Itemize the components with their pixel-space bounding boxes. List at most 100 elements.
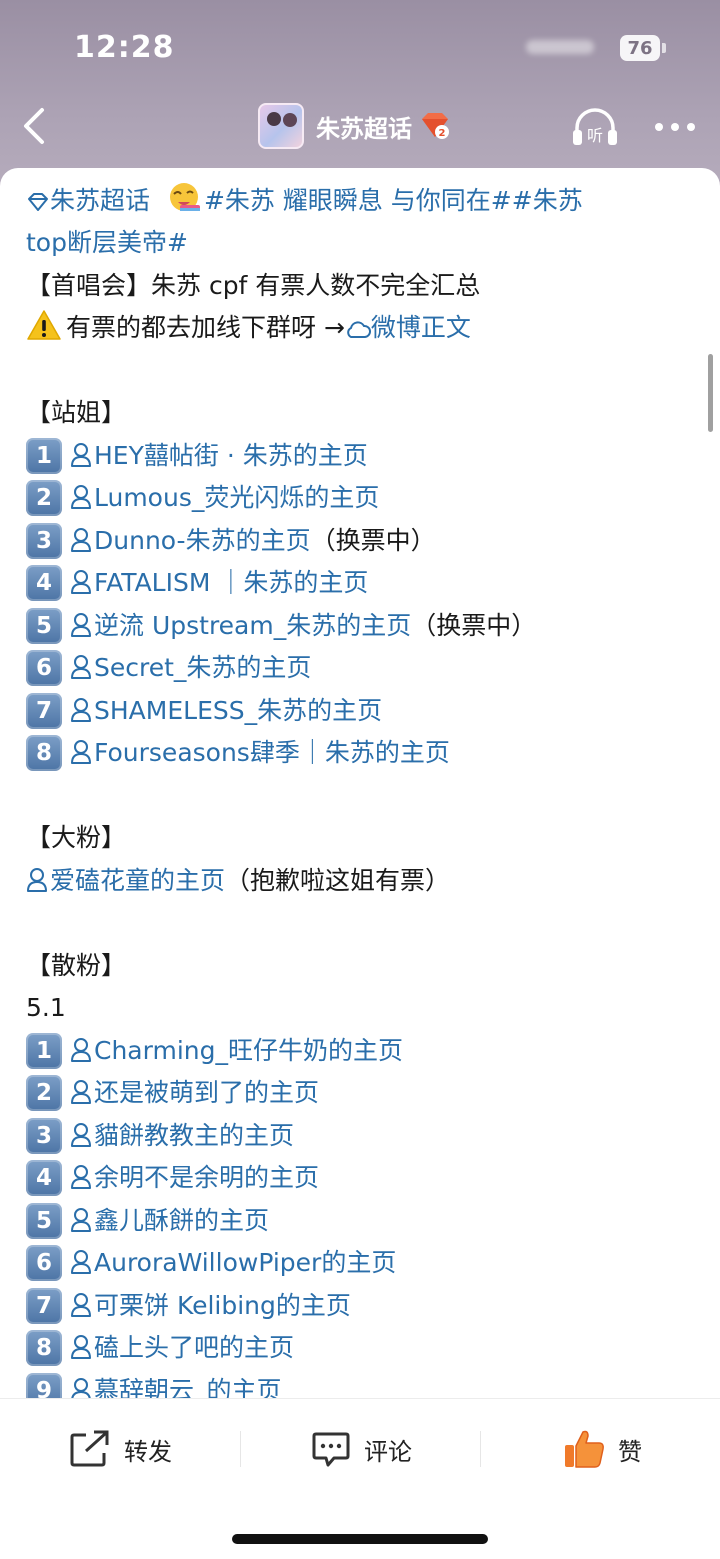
action-divider <box>240 1431 241 1467</box>
list-item: 5 逆流 Upstream_朱苏的主页（换票中） <box>26 605 536 647</box>
scrollbar[interactable] <box>708 354 713 432</box>
notice-text: 有票的都去加线下群呀 → <box>66 313 345 342</box>
list-item: 8 Fourseasons肆季｜朱苏的主页 <box>26 732 450 774</box>
section-heading: 【站姐】 <box>26 398 127 427</box>
list-item: 7 可栗饼 Kelibing的主页 <box>26 1285 351 1327</box>
svg-text:听: 听 <box>587 126 603 145</box>
user-icon <box>71 570 91 594</box>
list-item: 5 鑫儿酥餅的主页 <box>26 1200 269 1242</box>
user-profile-link[interactable]: Secret_朱苏的主页 <box>94 653 311 682</box>
comment-label: 评论 <box>364 1437 412 1466</box>
user-profile-link[interactable]: AuroraWillowPiper的主页 <box>94 1248 396 1277</box>
list-item: 4 FATALISM ｜朱苏的主页 <box>26 562 368 604</box>
list-item: 6 AuroraWillowPiper的主页 <box>26 1242 396 1284</box>
number-badge: 3 <box>26 523 62 559</box>
weibo-text-link[interactable]: 微博正文 <box>371 313 471 342</box>
user-profile-link[interactable]: Dunno-朱苏的主页 <box>94 526 311 555</box>
list-item: 1 Charming_旺仔牛奶的主页 <box>26 1030 403 1072</box>
status-time: 12:28 <box>74 30 175 65</box>
number-badge: 1 <box>26 438 62 474</box>
user-icon <box>71 485 91 509</box>
more-icon <box>655 123 695 131</box>
user-icon <box>71 443 91 467</box>
user-profile-link[interactable]: 逆流 Upstream_朱苏的主页 <box>94 611 411 640</box>
listen-button[interactable]: 听 <box>570 104 620 150</box>
level-badge-icon: 2 <box>422 113 449 139</box>
user-profile-link[interactable]: 鑫儿酥餅的主页 <box>94 1206 269 1235</box>
user-icon <box>71 1038 91 1062</box>
like-icon <box>565 1430 604 1468</box>
emoji-icon <box>169 183 200 211</box>
list-item: 6 Secret_朱苏的主页 <box>26 647 311 689</box>
user-profile-link[interactable]: HEY囍帖街 · 朱苏的主页 <box>94 441 368 470</box>
comment-button[interactable]: 评论 <box>310 1427 412 1471</box>
warning-icon <box>27 310 61 340</box>
user-icon <box>71 1080 91 1104</box>
nav-bar: 朱苏超话 2 听 <box>0 96 720 160</box>
number-badge: 7 <box>26 693 62 729</box>
number-badge: 4 <box>26 565 62 601</box>
diamond-icon <box>28 193 48 211</box>
user-icon <box>27 868 47 892</box>
page-title: 朱苏超话 <box>316 114 412 143</box>
user-profile-link[interactable]: 磕上头了吧的主页 <box>94 1333 294 1362</box>
number-badge: 8 <box>26 1330 62 1366</box>
list-item: 9 慕辞朝云_的主页 <box>26 1370 282 1398</box>
section-heading: 【大粉】 <box>26 823 127 852</box>
item-note: （换票中） <box>310 526 436 555</box>
hashtag-link[interactable]: #朱苏 耀眼瞬息 与你同在##朱苏 <box>204 186 583 215</box>
number-badge: 6 <box>26 650 62 686</box>
number-badge: 2 <box>26 480 62 516</box>
user-icon <box>71 655 91 679</box>
supertopic-link[interactable]: 朱苏超话 <box>50 186 150 215</box>
user-profile-link[interactable]: SHAMELESS_朱苏的主页 <box>94 696 382 725</box>
user-profile-link[interactable]: Charming_旺仔牛奶的主页 <box>94 1036 403 1065</box>
list-item: 8 磕上头了吧的主页 <box>26 1327 294 1369</box>
back-button[interactable] <box>16 104 56 148</box>
number-badge: 8 <box>26 735 62 771</box>
user-icon <box>71 698 91 722</box>
number-badge: 9 <box>26 1373 62 1398</box>
user-icon <box>71 1123 91 1147</box>
signal-icon <box>526 40 594 54</box>
user-icon <box>71 740 91 764</box>
supertopic-avatar[interactable] <box>258 103 304 149</box>
list-item: 1 HEY囍帖街 · 朱苏的主页 <box>26 435 368 477</box>
user-profile-link[interactable]: 貓餅教教主的主页 <box>94 1121 294 1150</box>
action-bar: 转发 评论 赞 <box>0 1398 720 1498</box>
list-item: 2 还是被萌到了的主页 <box>26 1072 319 1114</box>
list-item: 爱磕花童的主页（抱歉啦这姐有票） <box>26 860 450 902</box>
more-button[interactable] <box>650 104 700 150</box>
supertopic-header[interactable]: 朱苏超话 2 <box>258 102 450 150</box>
user-icon <box>71 1335 91 1359</box>
hashtag-link-continued[interactable]: top断层美帝# <box>26 222 188 264</box>
user-profile-link[interactable]: 爱磕花童的主页 <box>50 866 225 895</box>
item-note: （抱歉啦这姐有票） <box>225 866 451 895</box>
user-profile-link[interactable]: 慕辞朝云_的主页 <box>94 1376 282 1398</box>
user-profile-link[interactable]: 还是被萌到了的主页 <box>94 1078 319 1107</box>
battery-level: 76 <box>627 37 653 59</box>
hashtag-line: 朱苏超话 #朱苏 耀眼瞬息 与你同在##朱苏 <box>26 180 583 222</box>
repost-icon <box>70 1430 109 1467</box>
user-icon <box>71 1293 91 1317</box>
user-icon <box>71 1378 91 1398</box>
user-profile-link[interactable]: Fourseasons肆季｜朱苏的主页 <box>94 738 450 767</box>
user-profile-link[interactable]: 可栗饼 Kelibing的主页 <box>94 1291 351 1320</box>
user-profile-link[interactable]: 余明不是余明的主页 <box>94 1163 319 1192</box>
section-subheading: 5.1 <box>26 993 66 1022</box>
action-divider <box>480 1431 481 1467</box>
home-indicator[interactable] <box>232 1534 488 1544</box>
user-icon <box>71 528 91 552</box>
user-icon <box>71 1165 91 1189</box>
number-badge: 6 <box>26 1245 62 1281</box>
battery-icon: 76 <box>620 35 660 61</box>
list-item: 4 余明不是余明的主页 <box>26 1157 319 1199</box>
user-profile-link[interactable]: Lumous_荧光闪烁的主页 <box>94 483 379 512</box>
repost-button[interactable]: 转发 <box>68 1427 172 1471</box>
like-label: 赞 <box>618 1437 642 1466</box>
repost-label: 转发 <box>124 1437 172 1466</box>
number-badge: 3 <box>26 1118 62 1154</box>
user-profile-link[interactable]: FATALISM ｜朱苏的主页 <box>94 568 368 597</box>
notice-line: 有票的都去加线下群呀 → 微博正文 <box>26 307 471 349</box>
like-button[interactable]: 赞 <box>562 1427 642 1471</box>
